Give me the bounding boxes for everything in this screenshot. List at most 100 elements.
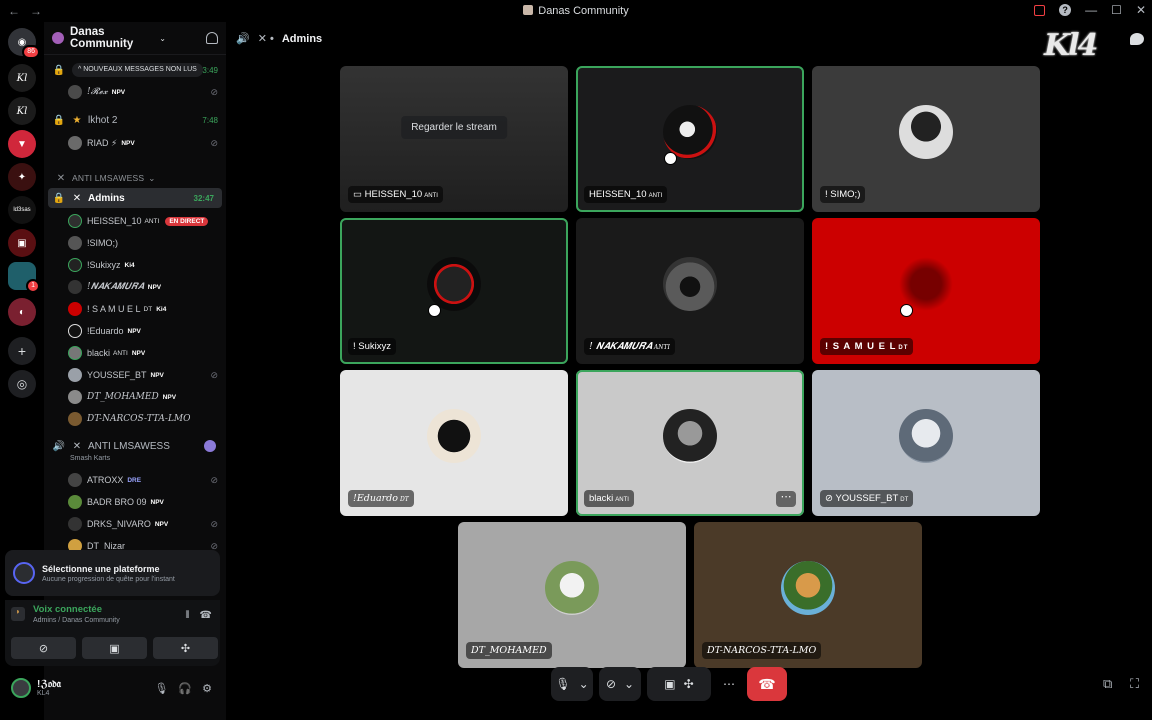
muted-icon: ⊘ (210, 137, 218, 148)
maximize-button[interactable]: ☐ (1111, 3, 1122, 17)
participant-name: !Eduardo DT (348, 490, 414, 507)
fullscreen-icon[interactable]: ⛶ (1130, 676, 1139, 692)
member-row[interactable]: RIAD ⚡ NPV ⊘ (68, 133, 218, 153)
avatar[interactable] (11, 678, 31, 698)
home-button[interactable]: ◉ 86 (8, 28, 40, 59)
inbox-icon[interactable] (1034, 4, 1046, 16)
discover-icon[interactable]: ◎ (8, 370, 36, 398)
member-row[interactable]: !Eduardo NPV (68, 321, 218, 341)
video-tile[interactable]: ! S A M U E L DT (812, 218, 1040, 364)
avatar (68, 495, 82, 509)
participant-name: ! Sukixyz (348, 338, 397, 355)
video-tile[interactable]: ! 𝑵𝑨𝑲𝑨𝑴𝑼𝑹𝑨 ANTI (576, 218, 804, 364)
server-red-shield[interactable]: ▼ (8, 130, 36, 158)
chevron-down-icon: ⌄ (624, 677, 635, 691)
help-icon[interactable]: ? (1059, 4, 1072, 16)
microphone-icon: 🎙 (555, 677, 571, 691)
member-row[interactable]: !SIMO;) (68, 233, 218, 253)
more-options-button[interactable]: ⋯ (776, 491, 796, 507)
voice-channel-row[interactable]: 🔊 ✕ ANTI LMSAWESS (44, 436, 226, 456)
server-badge: 1 (26, 279, 40, 293)
member-row[interactable]: !Sukixyz Ki4 (68, 255, 218, 275)
participant-name: ! 𝑵𝑨𝑲𝑨𝑴𝑼𝑹𝑨 ANTI (584, 338, 675, 355)
avatar (68, 136, 82, 150)
close-button[interactable]: ✕ (1136, 3, 1146, 17)
title-bar: ← → Danas Community ? — ☐ ✕ (0, 0, 1152, 22)
headphones-icon[interactable]: 🎧 (178, 682, 192, 695)
avatar (68, 214, 82, 228)
live-badge: EN DIRECT (165, 216, 209, 226)
quest-card[interactable]: Sélectionne une plateforme Aucune progre… (5, 550, 220, 596)
lock-icon: 🔒 (52, 64, 66, 76)
participant-name: ! S A M U E L DT (820, 338, 914, 355)
star-icon: ★ (72, 114, 82, 126)
server-kl4-1[interactable]: Kl (8, 64, 36, 92)
member-row[interactable]: !𝓡𝓮𝔁 NPV ⊘ (68, 82, 218, 102)
server-folder[interactable]: 1 (8, 262, 40, 293)
kl4-logo: Kl4 (1044, 28, 1098, 63)
activities-button[interactable]: ✣ (153, 637, 218, 659)
channel-row[interactable]: 🔒 ★ lkhot 2 7:48 (44, 110, 226, 130)
video-tile[interactable]: ⊘ YOUSSEF_BT DT (812, 370, 1040, 516)
disconnect-icon[interactable]: ☎ (200, 610, 212, 621)
video-tile[interactable]: HEISSEN_10 ANTI (576, 66, 804, 212)
member-row[interactable]: DRKS_NIVARO NPV ⊘ (68, 514, 218, 534)
member-row[interactable]: !𝑵𝑨𝑲𝑨𝑴𝑼𝑹𝑨 NPV (68, 277, 218, 297)
video-tile[interactable]: blacki ANTI ⋯ (576, 370, 804, 516)
server-red[interactable]: ▣ (8, 229, 36, 257)
activities-icon: ✣ (180, 642, 191, 655)
member-row[interactable]: ! S A M U E L DT Ki4 (68, 299, 218, 319)
video-tile[interactable]: !Eduardo DT (340, 370, 568, 516)
muted-icon: ⊘ (210, 474, 218, 485)
muted-icon: ⊘ (210, 86, 218, 97)
server-text[interactable]: ld3sas (8, 196, 36, 224)
chat-icon[interactable] (1130, 33, 1144, 45)
participant-name: blacki ANTI (584, 490, 634, 507)
member-row[interactable]: DT-NARCOS-TTA-LMO (68, 409, 218, 429)
category-header[interactable]: ✕ ANTI LMSAWESS ⌄ (44, 168, 226, 188)
noise-suppression-icon[interactable]: ⫴ (185, 610, 189, 621)
screen-share-icon[interactable]: ▣ (664, 677, 675, 691)
activities-icon[interactable]: ✣ (684, 677, 694, 691)
muted-icon: ⊘ (210, 518, 218, 529)
camera-button[interactable]: ⊘ ⌄ (599, 667, 641, 701)
share-activities-group: ▣ ✣ (647, 667, 711, 701)
microphone-icon[interactable]: 🎙 (154, 682, 168, 695)
avatar (68, 302, 82, 316)
server-flame[interactable]: ✦ (8, 163, 36, 191)
video-tile[interactable]: DT_MOHAMED (458, 522, 686, 668)
member-row[interactable]: DT_MOHAMED NPV (68, 387, 218, 407)
guild-header[interactable]: Danas Community ⌄ (44, 22, 226, 55)
signal-icon: ◗ (11, 607, 25, 621)
video-tile-stream[interactable]: Regarder le stream ▭ HEISSEN_10 ANTI (340, 66, 568, 212)
avatar (68, 85, 82, 99)
lock-icon: 🔒 (52, 114, 66, 126)
participant-avatar (663, 409, 717, 463)
member-row[interactable]: BADR BRO 09 NPV (68, 492, 218, 512)
hang-up-button[interactable]: ☎ (747, 667, 787, 701)
microphone-button[interactable]: 🎙 ⌄ (551, 667, 593, 701)
add-user-icon[interactable] (206, 32, 218, 44)
camera-off-button[interactable]: ⊘ (11, 637, 76, 659)
participant-avatar (899, 409, 953, 463)
video-tile[interactable]: ! Sukixyz (340, 218, 568, 364)
member-row[interactable]: blacki ANTI NPV (68, 343, 218, 363)
add-server-icon[interactable]: + (8, 337, 36, 365)
video-tile[interactable]: ! SIMO;) (812, 66, 1040, 212)
video-tile[interactable]: DT-NARCOS-TTA-LMO (694, 522, 922, 668)
more-button[interactable]: ⋯ (717, 667, 741, 701)
user-controls: 🎙 🎧 ⚙ (154, 682, 212, 695)
server-group[interactable]: ◐ (8, 298, 36, 326)
popout-icon[interactable]: ⧉ (1103, 676, 1112, 692)
screen-share-button[interactable]: ▣ (82, 637, 147, 659)
watch-stream-button[interactable]: Regarder le stream (401, 116, 507, 139)
channel-row[interactable]: 🔒 3:49 (44, 60, 226, 80)
member-row[interactable]: HEISSEN_10 ANTI EN DIRECT (68, 211, 218, 231)
activity-text: Smash Karts (70, 455, 111, 462)
gear-icon[interactable]: ⚙ (202, 682, 212, 695)
member-row[interactable]: ATROXX DRE ⊘ (68, 470, 218, 490)
channel-admins[interactable]: 🔒 ✕ Admins 32:47 (48, 188, 222, 208)
server-kl4-2[interactable]: Kl (8, 97, 36, 125)
member-row[interactable]: YOUSSEF_BT NPV ⊘ (68, 365, 218, 385)
minimize-button[interactable]: — (1085, 3, 1097, 17)
